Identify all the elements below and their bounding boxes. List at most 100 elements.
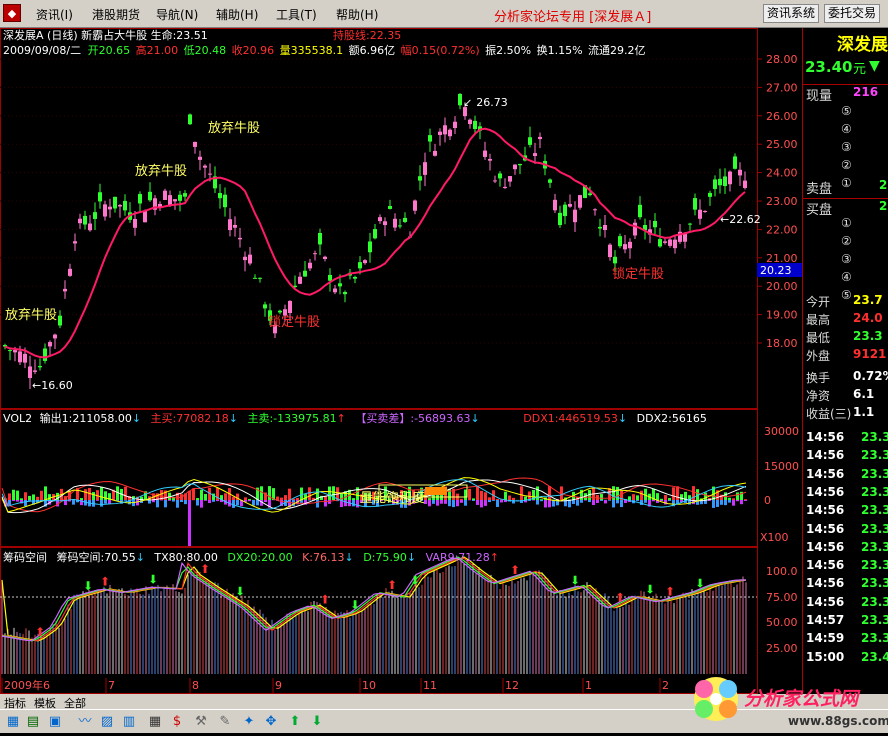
volume-bar-down	[108, 500, 111, 504]
tick-time: 14:56	[806, 467, 844, 481]
tick-price: 23.3	[861, 522, 888, 536]
candle-body	[218, 193, 222, 198]
tick-price: 23.3	[861, 540, 888, 554]
candle-body	[18, 351, 22, 362]
candle-body	[133, 219, 137, 228]
volume-bar-up	[660, 499, 663, 500]
volume-bar-up	[200, 490, 203, 500]
volume-header: VOL2 输出1:211058.00↓ 主买:77082.18↓ 主卖:-133…	[3, 411, 707, 425]
kline-chart-svg[interactable]: 28.0027.0026.0025.0024.0023.0022.0021.00…	[0, 28, 802, 694]
volume-bar-up	[232, 497, 235, 500]
candle-body	[713, 179, 717, 189]
down-arrow-icon: ▼	[869, 58, 880, 74]
candle-body	[458, 94, 462, 105]
tick-row: 14:5623.3	[803, 540, 888, 558]
move-icon[interactable]: ✥	[262, 713, 280, 731]
menu-tools[interactable]: 工具(T)	[276, 6, 317, 23]
volume-bar-up	[248, 499, 251, 500]
volume-bar-down	[356, 500, 359, 507]
volume-bar-down	[744, 500, 747, 501]
tick-time: 14:56	[806, 503, 844, 517]
line-chart-icon[interactable]: 〰	[76, 713, 94, 731]
up-arrow-icon[interactable]: ⬆	[286, 713, 304, 731]
menu-hk-futures[interactable]: 港股期货	[92, 6, 140, 23]
volume-bar-up	[640, 491, 643, 500]
candle-body	[633, 223, 637, 236]
tick-time: 14:56	[806, 576, 844, 590]
cursor-price: 20.23	[760, 264, 792, 277]
volume-bar-down	[472, 500, 475, 501]
info-system-button[interactable]: 资讯系统	[763, 4, 819, 23]
volume-bar-up	[484, 492, 487, 500]
candle-body	[628, 242, 632, 248]
volume-bar-up	[204, 494, 207, 500]
volume-bar-up	[192, 488, 195, 500]
volume-bar-up	[328, 487, 331, 500]
chart-area[interactable]: 28.0027.0026.0025.0024.0023.0022.0021.00…	[0, 28, 802, 694]
price-axis-label: 28.00	[766, 53, 798, 66]
volume-bar-up	[632, 494, 635, 500]
volume-bar-down	[580, 500, 583, 503]
volume-bar-down	[724, 500, 727, 505]
forum-banner: 分析家论坛专用 [深发展Ａ]	[494, 6, 651, 25]
grid-icon[interactable]: ▦	[4, 713, 22, 731]
volume-bar-down	[644, 500, 647, 503]
candle-body	[248, 255, 252, 264]
calc-icon[interactable]: ▦	[146, 713, 164, 731]
candle-body	[638, 205, 642, 217]
volume-bar-up	[280, 498, 283, 500]
zoom-icon[interactable]: ✦	[240, 713, 258, 731]
volume-scale-label: X100	[760, 531, 789, 544]
volume-bar-down	[308, 500, 311, 501]
eif-icon[interactable]: ▣	[46, 713, 64, 731]
candle-body	[548, 179, 552, 182]
menu-assist[interactable]: 辅助(H)	[216, 6, 258, 23]
candle-body	[373, 229, 377, 238]
volume-bar-up	[600, 494, 603, 500]
tick-row: 14:5623.3	[803, 522, 888, 540]
chip-down-arrow-icon: ⬇	[235, 585, 245, 599]
volume-bar-down	[668, 500, 671, 501]
volume-bar-down	[604, 500, 607, 503]
volume-bar-up	[296, 498, 299, 500]
row-value: 1.1	[853, 405, 874, 419]
volume-bar-down	[204, 500, 207, 501]
candle-body	[728, 172, 732, 185]
candle-body	[68, 269, 72, 276]
down-arrow-tool-icon[interactable]: ⬇	[308, 713, 326, 731]
rsi-icon[interactable]: ▨	[98, 713, 116, 731]
buy-level-row: ②	[803, 234, 888, 252]
dollar-icon[interactable]: $	[168, 713, 186, 731]
menu-news[interactable]: 资讯(I)	[36, 6, 73, 23]
drill-icon[interactable]: ⚒	[192, 713, 210, 731]
volume-bar-up	[656, 493, 659, 500]
ruler-icon[interactable]: ✎	[216, 713, 234, 731]
menu-navigate[interactable]: 导航(N)	[156, 6, 198, 23]
row-label: 换手	[806, 369, 830, 386]
candle-body	[703, 211, 707, 212]
candle-body	[663, 241, 667, 243]
row-label: 最高	[806, 311, 830, 328]
menu-help[interactable]: 帮助(H)	[336, 6, 378, 23]
candle-body	[313, 253, 317, 254]
candle-body	[168, 195, 172, 206]
tick-row: 14:5923.3	[803, 631, 888, 649]
chip-down-arrow-icon: ⬇	[695, 577, 705, 591]
volume-bar-down	[252, 500, 255, 506]
kline-icon[interactable]: ▥	[120, 713, 138, 731]
trade-button[interactable]: 委托交易	[824, 4, 880, 23]
stock-name: 深发展	[837, 30, 888, 54]
candle-body	[333, 289, 337, 293]
volume-bar-up	[12, 490, 15, 500]
volume-bar-up	[508, 496, 511, 500]
chart-icon[interactable]: ▤	[24, 713, 42, 731]
sell-label-row: 卖盘 2	[803, 178, 888, 196]
volume-bar-up	[16, 491, 19, 500]
volume-bar-down	[624, 500, 627, 503]
volume-bar-down	[208, 500, 211, 503]
candle-body	[668, 239, 672, 245]
candle-body	[708, 193, 712, 197]
stat-row: 今开23.7	[803, 293, 888, 311]
chip-down-arrow-icon: ⬇	[350, 598, 360, 612]
candle-body	[48, 342, 52, 346]
